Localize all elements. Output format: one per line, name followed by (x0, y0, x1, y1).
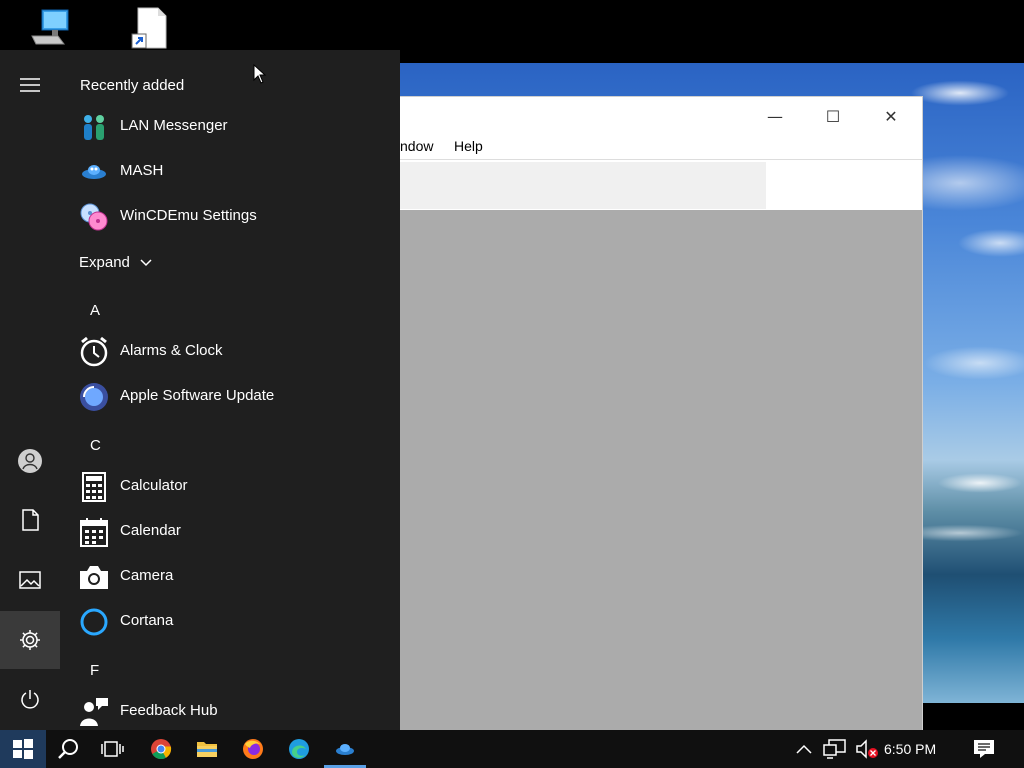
start-app-list: Recently added LAN Messenger MASH WinCDE… (60, 50, 400, 730)
cortana-icon (78, 606, 110, 638)
calendar-icon (78, 516, 110, 548)
documents-icon[interactable] (0, 491, 60, 549)
volume-muted-icon[interactable] (852, 730, 882, 768)
app-alarms-clock[interactable]: Alarms & Clock (60, 330, 400, 375)
app-label: Cortana (120, 612, 174, 629)
app-camera[interactable]: Camera (60, 555, 400, 600)
wincdemu-icon (78, 201, 110, 233)
feedback-hub-icon (78, 696, 110, 728)
app-label: MASH (120, 162, 164, 179)
file-shortcut-icon[interactable] (128, 6, 172, 50)
start-menu: Recently added LAN Messenger MASH WinCDE… (0, 50, 400, 730)
hamburger-menu-icon[interactable] (0, 56, 60, 114)
task-view-icon[interactable] (90, 730, 136, 768)
app-label: Alarms & Clock (120, 342, 223, 359)
app-wincdemu-settings[interactable]: WinCDEmu Settings (60, 195, 400, 240)
camera-icon (78, 561, 110, 593)
group-letter-c[interactable]: C (90, 437, 101, 454)
app-feedback-hub[interactable]: Feedback Hub (60, 690, 400, 730)
user-account-icon[interactable] (0, 432, 60, 490)
file-explorer-icon[interactable] (184, 730, 230, 768)
recently-added-heading: Recently added (80, 77, 185, 94)
app-calendar[interactable]: Calendar (60, 510, 400, 555)
this-pc-icon[interactable] (28, 6, 72, 50)
app-label: LAN Messenger (120, 117, 228, 134)
menu-help[interactable]: Help (454, 138, 483, 154)
power-icon[interactable] (0, 671, 60, 729)
start-windows-icon[interactable] (0, 730, 46, 768)
app-lan-messenger[interactable]: LAN Messenger (60, 105, 400, 150)
group-letter-f[interactable]: F (90, 662, 99, 679)
mouse-cursor-icon (253, 64, 267, 84)
alarm-clock-icon (78, 336, 110, 368)
chrome-icon[interactable] (138, 730, 184, 768)
close-button[interactable]: ✕ (862, 97, 920, 135)
app-label: Camera (120, 567, 174, 584)
background-app-window[interactable]: — ☐ ✕ ndow Help (400, 97, 922, 730)
settings-gear-icon[interactable] (0, 611, 60, 669)
app-label: WinCDEmu Settings (120, 207, 257, 224)
window-titlebar[interactable]: — ☐ ✕ (400, 97, 922, 135)
window-client-area[interactable] (400, 210, 922, 730)
toolbar (400, 159, 922, 211)
expand-button[interactable]: Expand (79, 254, 152, 271)
minimize-button[interactable]: — (746, 97, 804, 135)
app-cortana[interactable]: Cortana (60, 600, 400, 645)
app-label: Apple Software Update (120, 387, 275, 404)
app-label: Calculator (120, 477, 188, 494)
app-apple-software-update[interactable]: Apple Software Update (60, 375, 400, 420)
expand-label: Expand (79, 254, 130, 271)
notifications-icon[interactable] (966, 730, 1002, 768)
pictures-icon[interactable] (0, 551, 60, 609)
show-hidden-icons-chevron-icon[interactable] (792, 730, 816, 768)
menu-window[interactable]: ndow (400, 138, 433, 154)
taskbar: 6:50 PM (0, 730, 1024, 768)
mash-icon (78, 156, 110, 188)
firefox-icon[interactable] (230, 730, 276, 768)
search-icon[interactable] (46, 730, 92, 768)
group-letter-a[interactable]: A (90, 302, 100, 319)
mash-taskbar-icon[interactable] (322, 730, 368, 768)
app-mash[interactable]: MASH (60, 150, 400, 195)
taskbar-clock[interactable]: 6:50 PM (884, 741, 936, 757)
maximize-button[interactable]: ☐ (804, 97, 862, 135)
edge-icon[interactable] (276, 730, 322, 768)
network-icon[interactable] (820, 730, 850, 768)
app-label: Calendar (120, 522, 181, 539)
menu-bar: ndow Help (400, 135, 922, 159)
start-menu-rail (0, 50, 60, 730)
apple-update-icon (78, 381, 110, 413)
calculator-icon (78, 471, 110, 503)
app-calculator[interactable]: Calculator (60, 465, 400, 510)
chevron-down-icon (140, 259, 152, 267)
app-label: Feedback Hub (120, 702, 218, 719)
lan-messenger-icon (78, 111, 110, 143)
